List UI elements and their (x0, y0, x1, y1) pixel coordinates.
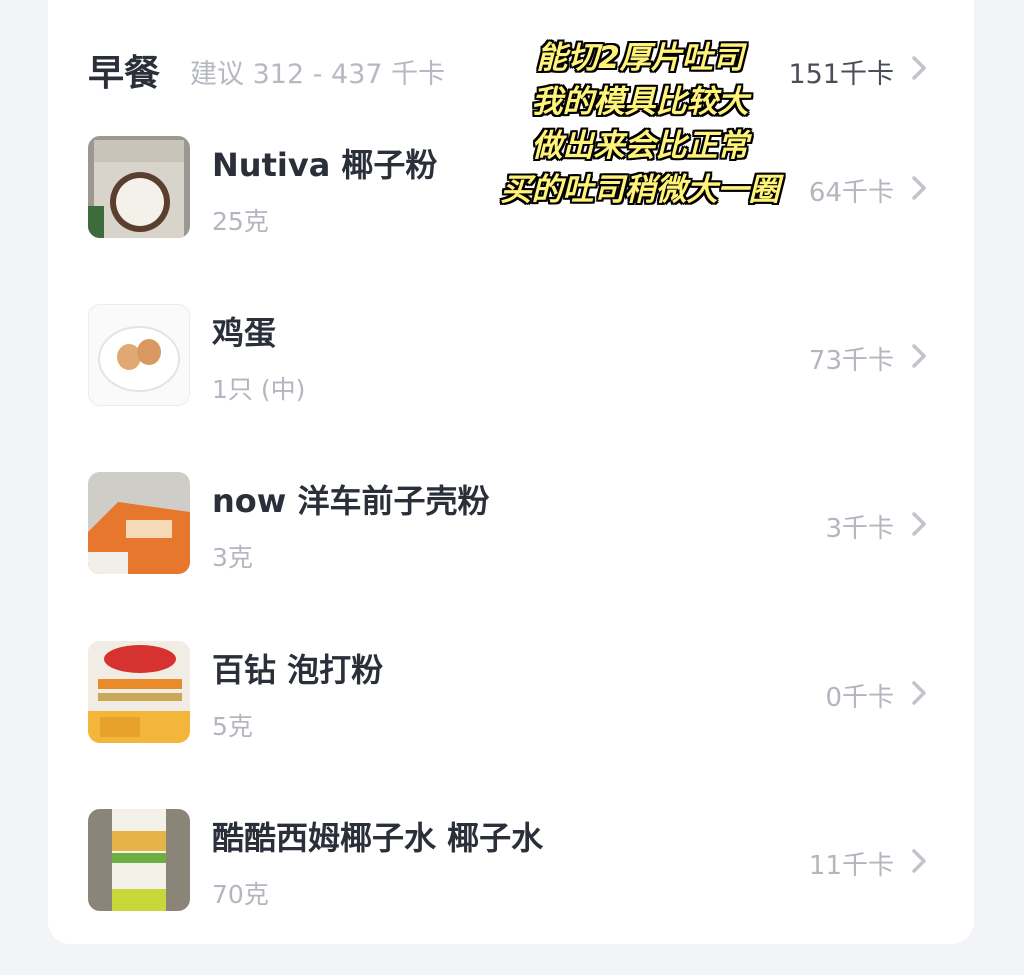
food-kcal: 0千卡 (825, 683, 894, 713)
food-amount: 5克 (212, 712, 253, 741)
food-amount: 70克 (212, 880, 269, 909)
chevron-right-icon[interactable] (904, 845, 934, 877)
food-kcal: 3千卡 (825, 514, 894, 544)
food-name: 百钻 泡打粉 (212, 651, 384, 689)
food-name: 鸡蛋 (212, 314, 277, 352)
chevron-right-icon[interactable] (904, 508, 934, 540)
food-kcal: 64千卡 (808, 178, 894, 208)
food-item-row[interactable]: now 洋车前子壳粉 3克 3千卡 (88, 472, 934, 576)
chevron-right-icon[interactable] (904, 340, 934, 372)
food-thumbnail (88, 809, 190, 911)
food-kcal: 73千卡 (808, 346, 894, 376)
food-item-row[interactable]: 百钻 泡打粉 5克 0千卡 (88, 641, 934, 745)
caption-line: 我的模具比较大 (531, 84, 749, 120)
caption-line: 买的吐司稍微大一圈 (500, 172, 780, 208)
food-amount: 1只 (中) (212, 375, 306, 404)
food-amount: 3克 (212, 543, 253, 572)
food-item-row[interactable]: 酷酷西姆椰子水 椰子水 70克 11千卡 (88, 809, 934, 913)
food-item-row[interactable]: 鸡蛋 1只 (中) 73千卡 (88, 304, 934, 408)
food-kcal: 11千卡 (808, 851, 894, 881)
meal-total-kcal: 151千卡 (788, 59, 894, 90)
food-thumbnail (88, 304, 190, 406)
calorie-suggestion: 建议 312 - 437 千卡 (190, 59, 446, 90)
caption-line: 能切2厚片吐司 (536, 40, 744, 76)
food-name: Nutiva 椰子粉 (212, 146, 438, 184)
caption-line: 做出来会比正常 (531, 128, 749, 164)
meal-title: 早餐 (88, 53, 161, 94)
food-thumbnail (88, 136, 190, 238)
food-amount: 25克 (212, 207, 269, 236)
chevron-right-icon[interactable] (904, 172, 934, 204)
food-thumbnail (88, 472, 190, 574)
caption-overlay: 能切2厚片吐司 我的模具比较大 做出来会比正常 买的吐司稍微大一圈 (482, 36, 798, 212)
food-name: 酷酷西姆椰子水 椰子水 (212, 819, 544, 857)
chevron-right-icon[interactable] (904, 677, 934, 709)
food-name: now 洋车前子壳粉 (212, 482, 490, 520)
food-thumbnail (88, 641, 190, 743)
chevron-right-icon[interactable] (904, 52, 934, 84)
